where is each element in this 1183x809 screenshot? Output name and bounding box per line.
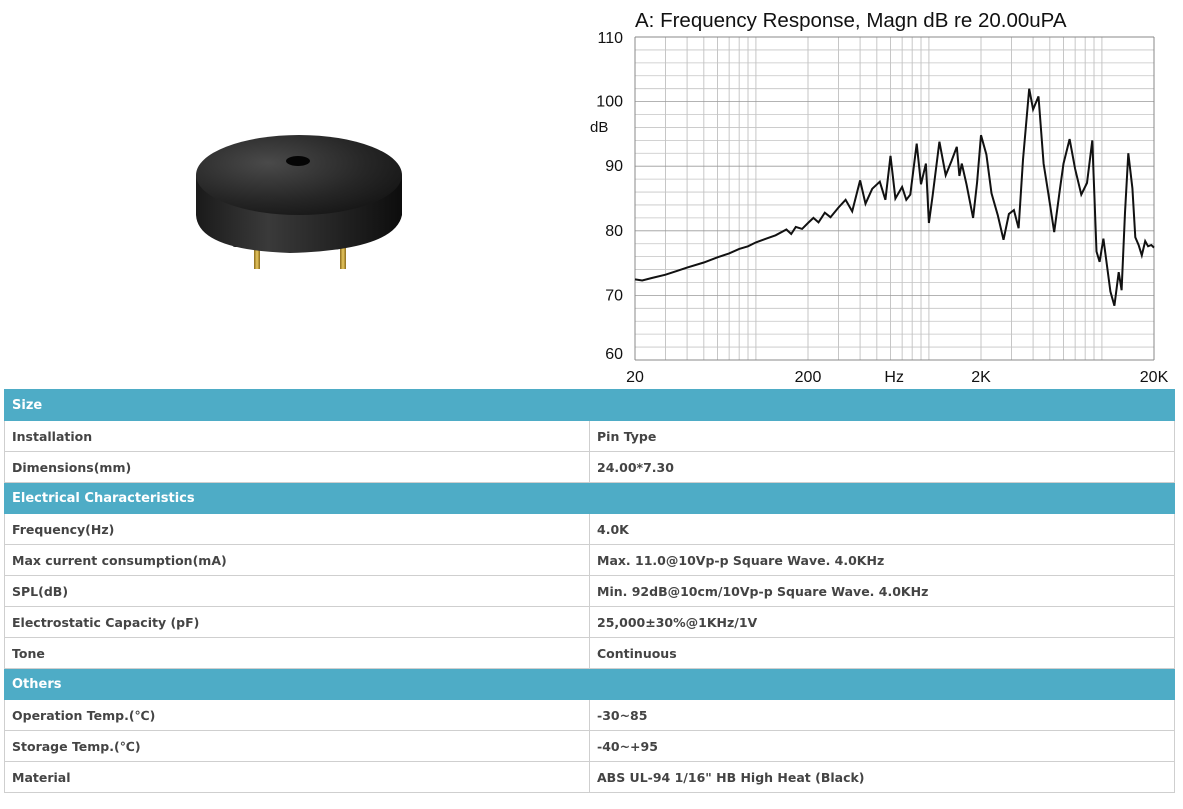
row-label: Material (4, 761, 590, 793)
y-tick-label: 90 (605, 158, 623, 175)
chart-title: A: Frequency Response, Magn dB re 20.00u… (635, 9, 1067, 32)
row-value: 24.00*7.30 (588, 451, 1176, 483)
table-row: Frequency(Hz) 4.0K (4, 513, 1176, 545)
table-row: Installation Pin Type (4, 420, 1176, 452)
row-value: -40~+95 (588, 730, 1176, 762)
row-value: Min. 92dB@10cm/10Vp-p Square Wave. 4.0KH… (588, 575, 1176, 607)
y-tick-label: 70 (605, 287, 623, 304)
specifications-table: Size Installation Pin Type Dimensions(mm… (3, 389, 1176, 793)
table-row: Max current consumption(mA) Max. 11.0@10… (4, 544, 1176, 576)
row-value: -30~85 (588, 699, 1176, 731)
table-row: Tone Continuous (4, 637, 1176, 669)
row-label: Dimensions(mm) (4, 451, 590, 483)
row-value: Max. 11.0@10Vp-p Square Wave. 4.0KHz (588, 544, 1176, 576)
frequency-response-chart: A: Frequency Response, Magn dB re 20.00u… (590, 9, 1169, 386)
table-row: SPL(dB) Min. 92dB@10cm/10Vp-p Square Wav… (4, 575, 1176, 607)
table-row: Operation Temp.(℃) -30~85 (4, 699, 1176, 731)
y-tick-label: 80 (605, 223, 623, 240)
row-label: Tone (4, 637, 590, 669)
section-header-size: Size (3, 389, 1176, 421)
table-row: Dimensions(mm) 24.00*7.30 (4, 451, 1176, 483)
row-label: Frequency(Hz) (4, 513, 590, 545)
x-tick-label: 20 (626, 369, 644, 386)
table-row: Electrostatic Capacity (pF) 25,000±30%@1… (4, 606, 1176, 638)
row-label: Installation (4, 420, 590, 452)
row-label: Storage Temp.(℃) (4, 730, 590, 762)
y-tick-label: 100 (596, 94, 623, 111)
y-axis-label: dB (590, 119, 608, 136)
row-label: SPL(dB) (4, 575, 590, 607)
x-tick-label: Hz (884, 369, 904, 386)
row-label: Max current consumption(mA) (4, 544, 590, 576)
row-label: Operation Temp.(℃) (4, 699, 590, 731)
row-label: Electrostatic Capacity (pF) (4, 606, 590, 638)
frequency-response-series-line (634, 88, 1155, 306)
x-tick-label: 20K (1140, 369, 1169, 386)
row-value: ABS UL-94 1/16" HB High Heat (Black) (588, 761, 1176, 793)
x-tick-label: 2K (971, 369, 991, 386)
y-tick-label: 110 (597, 30, 623, 47)
row-value: Pin Type (588, 420, 1176, 452)
x-tick-label: 200 (795, 369, 822, 386)
section-title: Size (3, 389, 1176, 421)
row-value: Continuous (588, 637, 1176, 669)
section-title: Others (3, 668, 1176, 700)
buzzer-product-image (196, 135, 402, 269)
table-row: Storage Temp.(℃) -40~+95 (4, 730, 1176, 762)
section-header-others: Others (3, 668, 1176, 700)
table-row: Material ABS UL-94 1/16" HB High Heat (B… (4, 761, 1176, 793)
section-title: Electrical Characteristics (3, 482, 1176, 514)
row-value: 25,000±30%@1KHz/1V (588, 606, 1176, 638)
row-value: 4.0K (588, 513, 1176, 545)
y-tick-label: 60 (605, 346, 623, 363)
section-header-electrical: Electrical Characteristics (3, 482, 1176, 514)
